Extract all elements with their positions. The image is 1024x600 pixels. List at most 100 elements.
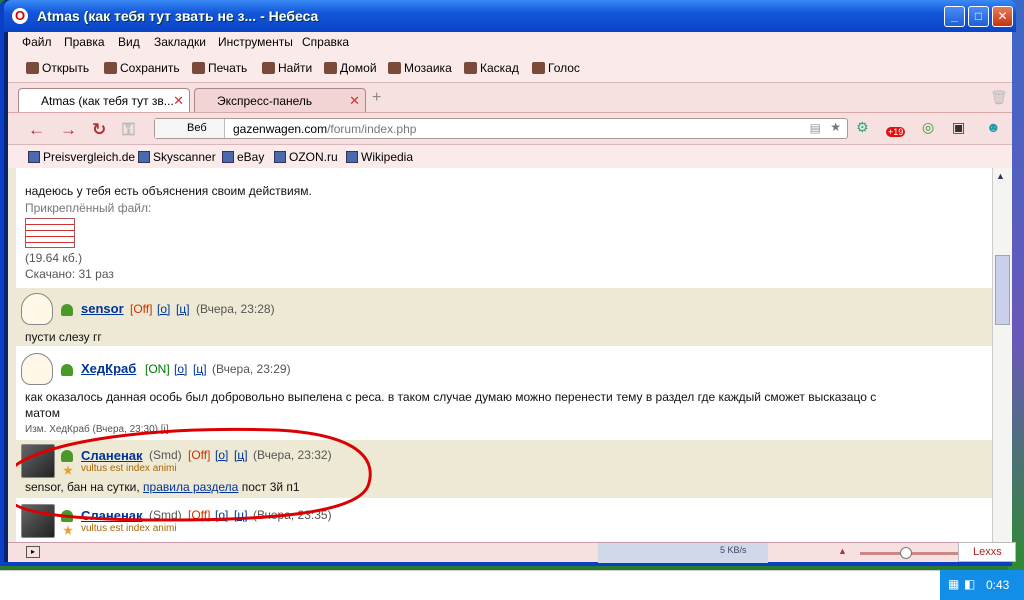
bookmark-wikipedia[interactable]: Wikipedia [346,150,413,164]
user-icon [61,450,73,462]
quote-link[interactable]: [ц] [193,362,207,376]
forward-icon[interactable]: → [60,120,77,140]
window-title: Atmas (как тебя тут звать не з... - Небе… [37,8,319,24]
bookmark-star-icon[interactable]: ★ [830,120,841,134]
open-button[interactable]: Открыть [26,60,89,76]
search-mode[interactable]: Веб [155,119,225,138]
quote-link[interactable]: [ц] [234,508,248,522]
menu-bar: Файл Правка Вид Закладки Инструменты Спр… [8,32,1012,52]
post-text: пусти слезу гг [25,330,102,344]
find-button[interactable]: Найти [262,60,312,76]
edit-note: Изм. ХедКраб (Вчера, 23:30) [i] [25,424,169,435]
menu-tools[interactable]: Инструменты [218,35,293,49]
address-bar[interactable]: Веб gazenwagen.com/forum/index.php ▤ ★ [154,118,848,139]
taskbar [0,570,1024,600]
reload-icon[interactable]: ↻ [92,120,106,140]
lexxs-widget[interactable]: Lexxs [958,542,1016,562]
trash-icon[interactable]: 🗑 [990,89,1008,106]
close-button[interactable]: ✕ [992,6,1013,27]
tile-button[interactable]: Мозаика [388,60,452,76]
cascade-button[interactable]: Каскад [464,60,519,76]
profile-link[interactable]: [о] [215,508,228,522]
menu-file[interactable]: Файл [22,35,52,49]
key-icon[interactable]: ⚿ [122,120,135,140]
tile-icon [388,62,401,74]
user-icon [61,510,73,522]
sync-icon[interactable]: ◎ [922,119,934,136]
tab-atmas[interactable]: Atmas (как тебя тут зв... ✕ [18,88,190,112]
avatar[interactable] [21,504,55,538]
post-time: (Вчера, 23:28) [196,302,275,316]
bookmark-icon [138,151,150,163]
bookmark-preisvergleich[interactable]: Preisvergleich.de [28,150,135,164]
user-group: (Smd) [149,448,182,462]
post-text-line: как оказалось данная особь был доброволь… [25,390,877,404]
notification-badge[interactable]: +19 [886,127,906,137]
panel-toggle-icon[interactable]: ▸ [26,546,40,558]
menu-edit[interactable]: Правка [64,35,105,49]
post-time: (Вчера, 23:29) [212,362,291,376]
back-icon[interactable]: ← [28,120,45,140]
menu-help[interactable]: Справка [302,35,349,49]
bookmark-icon [222,151,234,163]
quote-link[interactable]: [ц] [176,302,190,316]
tab-speed-dial[interactable]: Экспресс-панель ✕ [194,88,366,112]
vertical-scrollbar[interactable]: ▲ [992,168,1012,542]
minimize-button[interactable]: _ [944,6,965,27]
menu-bookmarks[interactable]: Закладки [154,35,206,49]
avatar[interactable] [21,444,55,478]
unite-icon[interactable]: ☻ [986,119,1001,135]
quote-link[interactable]: [ц] [234,448,248,462]
post-text: sensor, бан на сутки, правила раздела по… [25,480,300,494]
rss-icon[interactable]: ▤ [810,121,821,135]
navigation-bar: ← → ↻ ⚿ Веб gazenwagen.com/forum/index.p… [8,112,1012,144]
bookmark-skyscanner[interactable]: Skyscanner [138,150,216,164]
scroll-up-icon[interactable]: ▲ [996,171,1005,181]
user-group: (Smd) [149,508,182,522]
download-count: Скачано: 31 раз [25,267,114,281]
voice-button[interactable]: Голос [532,60,580,76]
star-icon [63,465,73,475]
avatar[interactable] [21,293,53,325]
print-button[interactable]: Печать [192,60,247,76]
menu-view[interactable]: Вид [118,35,140,49]
user-status: [Off] [188,508,211,522]
close-tab-icon[interactable]: ✕ [349,93,360,109]
volume-icon[interactable]: ◧ [964,577,975,591]
file-size: (19.64 кб.) [25,251,83,265]
attachment-thumbnail[interactable] [25,218,75,248]
profile-link[interactable]: [о] [174,362,187,376]
username-link[interactable]: Сланенак [81,448,143,463]
addon-icon[interactable]: ⚙ [856,119,869,136]
avatar[interactable] [21,353,53,385]
close-tab-icon[interactable]: ✕ [173,93,184,109]
network-icon[interactable]: ▦ [948,577,959,591]
username-link[interactable]: sensor [81,301,124,316]
forum-page: надеюсь у тебя есть объяснения своим дей… [16,168,992,542]
bookmark-ozon[interactable]: OZON.ru [274,150,338,164]
forum-post: ХедКраб [ON] [о] [ц] (Вчера, 23:29) как … [16,348,992,440]
forum-post: Сланенак (Smd) [Off] [о] [ц] (Вчера, 23:… [16,440,992,498]
user-status: [Off] [188,448,211,462]
rules-link[interactable]: правила раздела [143,480,238,494]
zoom-knob[interactable] [900,547,912,559]
scroll-thumb[interactable] [995,255,1010,325]
url-field[interactable]: gazenwagen.com/forum/index.php [233,122,416,136]
new-tab-icon[interactable]: + [372,89,381,107]
home-button[interactable]: Домой [324,60,377,76]
profile-link[interactable]: [о] [215,448,228,462]
post-text: надеюсь у тебя есть объяснения своим дей… [25,184,312,198]
maximize-button[interactable]: □ [968,6,989,27]
attachment-label: Прикреплённый файл: [25,201,152,215]
bookmark-icon [28,151,40,163]
bookmarks-bar: Preisvergleich.de Skyscanner eBay OZON.r… [8,144,1012,168]
zoom-up-icon[interactable]: ▲ [838,546,847,556]
username-link[interactable]: ХедКраб [81,361,136,376]
save-button[interactable]: Сохранить [104,60,180,76]
star-icon [63,525,73,535]
bookmark-ebay[interactable]: eBay [222,150,264,164]
profile-link[interactable]: [о] [157,302,170,316]
panel-icon[interactable]: ▣ [952,119,965,136]
cascade-icon [464,62,477,74]
username-link[interactable]: Сланенак [81,508,143,523]
